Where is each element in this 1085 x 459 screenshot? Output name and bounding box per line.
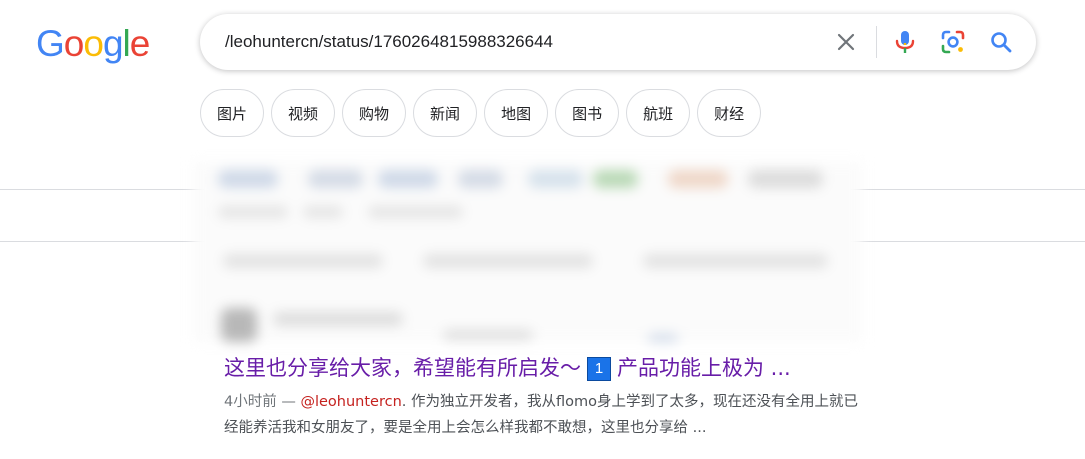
search-input[interactable]: /leohuntercn/status/1760264815988326644: [225, 14, 553, 70]
chip-images[interactable]: 图片: [200, 89, 265, 137]
result-handle: @leohuntercn: [300, 394, 402, 410]
logo-letter: o: [63, 23, 85, 64]
snippet-line-1: . 作为独立开发者，我从flomo身上学到了太多，现在还没有全用上就已: [401, 394, 858, 410]
google-logo[interactable]: Google: [36, 23, 151, 64]
chip-videos[interactable]: 视频: [271, 89, 336, 137]
logo-letter: l: [122, 23, 131, 64]
result-title-link[interactable]: 这里也分享给大家，希望能有所启发～ 1 产品功能上极为 ...: [224, 352, 791, 384]
chip-books[interactable]: 图书: [555, 89, 620, 137]
search-filter-chips: 图片 视频 购物 新闻 地图 图书 航班 财经: [200, 89, 762, 137]
date-separator: —: [281, 394, 296, 410]
mic-icon[interactable]: [889, 26, 921, 58]
result-date: 4小时前: [224, 394, 277, 410]
result-snippet: 4小时前 — @leohuntercn. 作为独立开发者，我从flomo身上学到…: [224, 389, 964, 441]
logo-letter: g: [102, 23, 124, 64]
chip-news[interactable]: 新闻: [413, 89, 478, 137]
chip-shopping[interactable]: 购物: [342, 89, 407, 137]
chip-maps[interactable]: 地图: [484, 89, 549, 137]
search-divider: [876, 26, 877, 58]
blurred-content-region: [193, 162, 862, 342]
close-icon[interactable]: [830, 26, 862, 58]
search-box[interactable]: /leohuntercn/status/1760264815988326644: [200, 14, 1036, 70]
keycap-one-emoji: 1: [587, 357, 611, 381]
search-icon[interactable]: [985, 26, 1017, 58]
snippet-line-2: 经能养活我和女朋友了，要是全用上会怎么样我都不敢想，这里也分享给 ...: [224, 420, 707, 436]
logo-letter: e: [129, 23, 151, 64]
chip-finance[interactable]: 财经: [697, 89, 762, 137]
logo-letter: o: [83, 23, 104, 64]
result-title-text: 这里也分享给大家，希望能有所启发～: [224, 356, 581, 380]
chip-flights[interactable]: 航班: [626, 89, 691, 137]
result-title-text-tail: 产品功能上极为 ...: [617, 356, 791, 380]
camera-lens-icon[interactable]: [937, 26, 969, 58]
logo-letter: G: [36, 23, 65, 64]
